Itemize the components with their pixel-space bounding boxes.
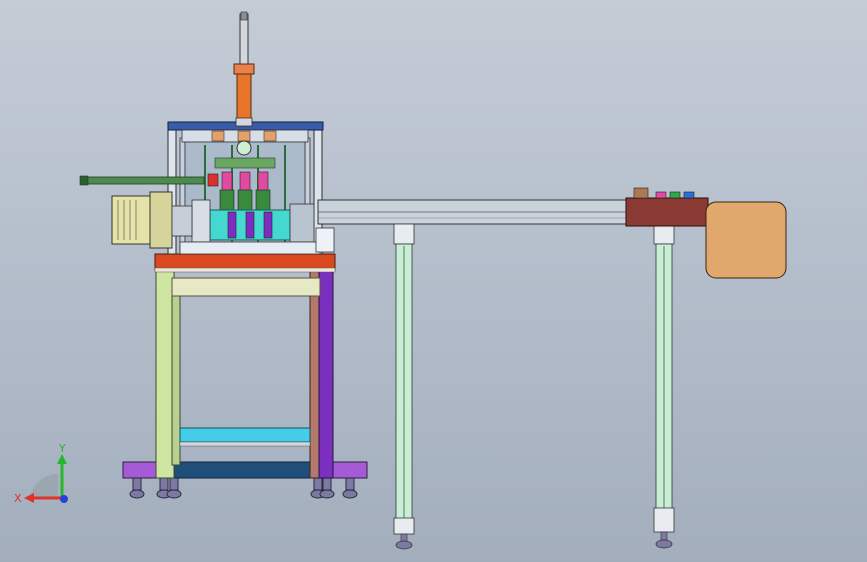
cad-viewport[interactable]: Y X xyxy=(0,0,867,562)
base-plate-mech xyxy=(179,241,321,255)
control-box xyxy=(625,197,709,227)
right-block xyxy=(315,227,335,253)
machine-assembly-model[interactable] xyxy=(0,0,867,562)
upper-crossbar xyxy=(179,427,311,443)
crossbar-rail xyxy=(179,441,311,447)
center-hub xyxy=(236,140,252,156)
cylinder-cap xyxy=(233,63,255,75)
triad-base-shadow xyxy=(30,473,58,498)
lower-crossbar xyxy=(171,461,321,479)
frame-beam xyxy=(171,277,321,297)
support-post-2-head xyxy=(653,223,675,245)
y-axis-arrow-icon xyxy=(57,454,67,464)
control-buttons xyxy=(633,187,695,199)
drum-segments xyxy=(227,211,273,239)
table-top-edge xyxy=(154,267,336,273)
right-leg xyxy=(318,267,334,479)
upper-carriage xyxy=(214,157,276,169)
leveling-feet-left xyxy=(129,477,358,499)
support-post-2-base xyxy=(653,507,675,533)
motor-body xyxy=(111,195,157,245)
support-post-1-base xyxy=(393,517,415,535)
top-bracket-parts xyxy=(211,130,277,142)
x-axis-arrow-icon xyxy=(24,493,34,503)
z-axis-dot-icon xyxy=(60,495,68,503)
feeder-rod-tip xyxy=(79,175,89,186)
drum-flange-right xyxy=(289,203,315,243)
y-axis-label: Y xyxy=(58,442,66,455)
left-leg-inner xyxy=(171,294,181,466)
motor-coupling xyxy=(171,205,193,237)
left-leg xyxy=(155,267,175,479)
support-post-2-foot xyxy=(655,539,673,549)
cylinder-body xyxy=(236,73,252,121)
motor-face xyxy=(149,191,173,249)
coordinate-triad: Y X xyxy=(14,442,68,505)
collection-tray xyxy=(705,201,787,279)
piston-rod xyxy=(239,13,249,67)
machine-post-mid-left xyxy=(179,137,186,255)
support-post-1-foot xyxy=(395,540,413,550)
cylinder-base xyxy=(235,117,253,127)
drum-flange xyxy=(191,199,211,243)
support-post-1-head xyxy=(393,223,415,245)
support-post-2-foot-stem xyxy=(660,531,668,541)
table-top xyxy=(154,253,336,271)
rod-tip xyxy=(240,11,248,21)
x-axis-label: X xyxy=(14,492,22,505)
feeder-rod xyxy=(83,176,205,185)
